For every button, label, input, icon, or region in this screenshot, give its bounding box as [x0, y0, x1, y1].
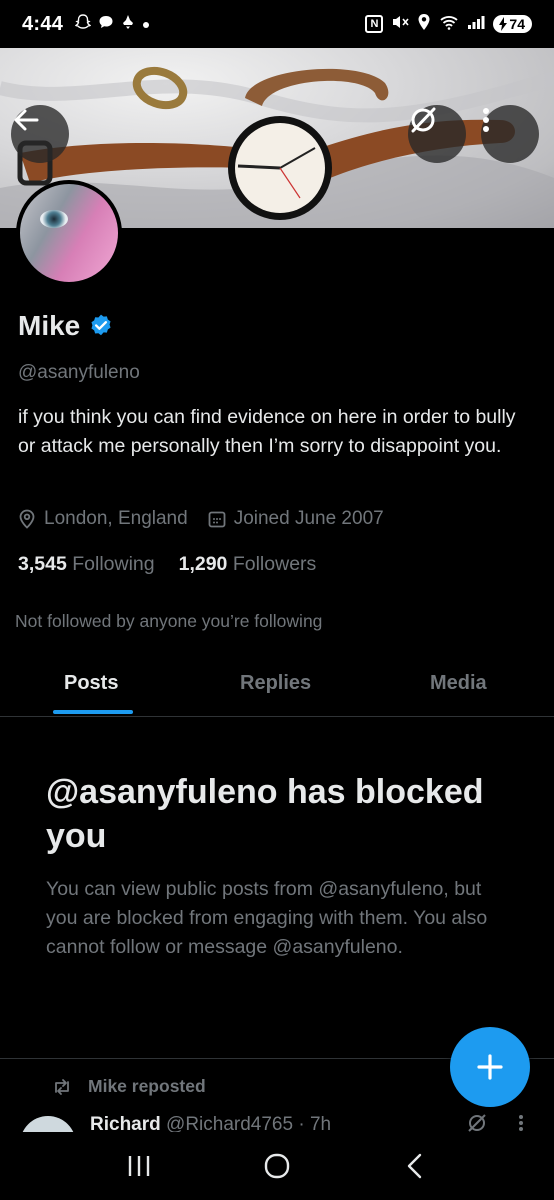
battery-level: 74	[509, 16, 525, 32]
wifi-icon	[439, 14, 459, 34]
profile-handle: @asanyfuleno	[18, 362, 140, 383]
home-circle-icon	[264, 1153, 290, 1179]
battery-indicator: 74	[493, 15, 532, 33]
followers-link[interactable]: 1,290 Followers	[179, 553, 317, 576]
followers-count: 1,290	[178, 553, 228, 575]
mute-icon	[391, 14, 410, 34]
followers-label: Followers	[232, 553, 317, 575]
tab-replies[interactable]: Replies	[240, 672, 311, 695]
repost-icon	[55, 1078, 69, 1095]
profile-name: Mike	[18, 310, 81, 341]
back-button[interactable]	[11, 105, 69, 163]
system-back-button[interactable]	[385, 1136, 445, 1196]
grok-icon[interactable]	[466, 1112, 488, 1134]
more-vertical-icon[interactable]	[518, 1112, 524, 1134]
profile-bio: if you think you can find evidence on he…	[18, 406, 516, 457]
following-link[interactable]: 3,545 Following	[18, 553, 155, 576]
profile-joined-text: Joined June 2007	[233, 508, 384, 529]
more-options-button[interactable]	[481, 105, 539, 163]
blocked-title: @asanyfuleno has blocked you	[46, 773, 484, 855]
plus-icon	[477, 1054, 503, 1080]
profile-tabs: Posts Replies Media	[0, 660, 554, 717]
profile-counts: 3,545 Following 1,290 Followers	[18, 553, 316, 576]
profile-location: London, England	[18, 508, 188, 530]
home-button[interactable]	[247, 1136, 307, 1196]
status-time: 4:44	[22, 12, 64, 35]
verified-badge-icon[interactable]	[88, 313, 114, 339]
repost-indicator: Mike reposted	[52, 1076, 206, 1097]
arrow-left-icon	[14, 109, 39, 131]
status-bar: 4:44 N 74	[0, 0, 554, 48]
blocked-body: You can view public posts from @asanyful…	[46, 878, 488, 958]
chevron-left-icon	[407, 1153, 422, 1179]
location-icon	[417, 13, 431, 35]
profile-location-text: London, England	[44, 508, 188, 529]
avatar-photo-detail	[40, 210, 68, 228]
calendar-icon	[208, 511, 226, 528]
tab-media[interactable]: Media	[430, 672, 487, 695]
not-followed-notice: Not followed by anyone you’re following	[15, 611, 323, 631]
repost-label: Mike reposted	[88, 1076, 206, 1096]
active-tab-indicator	[53, 710, 133, 714]
compose-post-button[interactable]	[450, 1027, 530, 1107]
profile-name-row: Mike	[18, 310, 114, 342]
following-label: Following	[72, 553, 155, 575]
more-vertical-icon	[483, 108, 489, 132]
post-actions	[466, 1112, 524, 1134]
following-count: 3,545	[18, 553, 67, 575]
grok-button[interactable]	[408, 105, 466, 163]
profile-joined: Joined June 2007	[208, 508, 384, 530]
chat-icon	[98, 14, 114, 34]
location-pin-icon	[19, 509, 35, 529]
dot-icon	[142, 16, 150, 33]
grok-icon	[411, 107, 436, 133]
system-nav-bar	[0, 1132, 554, 1200]
tab-posts[interactable]: Posts	[64, 672, 118, 695]
snapchat-icon	[75, 14, 92, 34]
signal-icon	[467, 14, 485, 34]
notification-icon	[121, 14, 135, 34]
recent-apps-button[interactable]	[109, 1136, 169, 1196]
profile-meta: London, England Joined June 2007	[18, 508, 384, 530]
nfc-icon: N	[365, 15, 384, 33]
profile-avatar[interactable]	[16, 180, 122, 286]
recent-apps-icon	[128, 1156, 150, 1176]
